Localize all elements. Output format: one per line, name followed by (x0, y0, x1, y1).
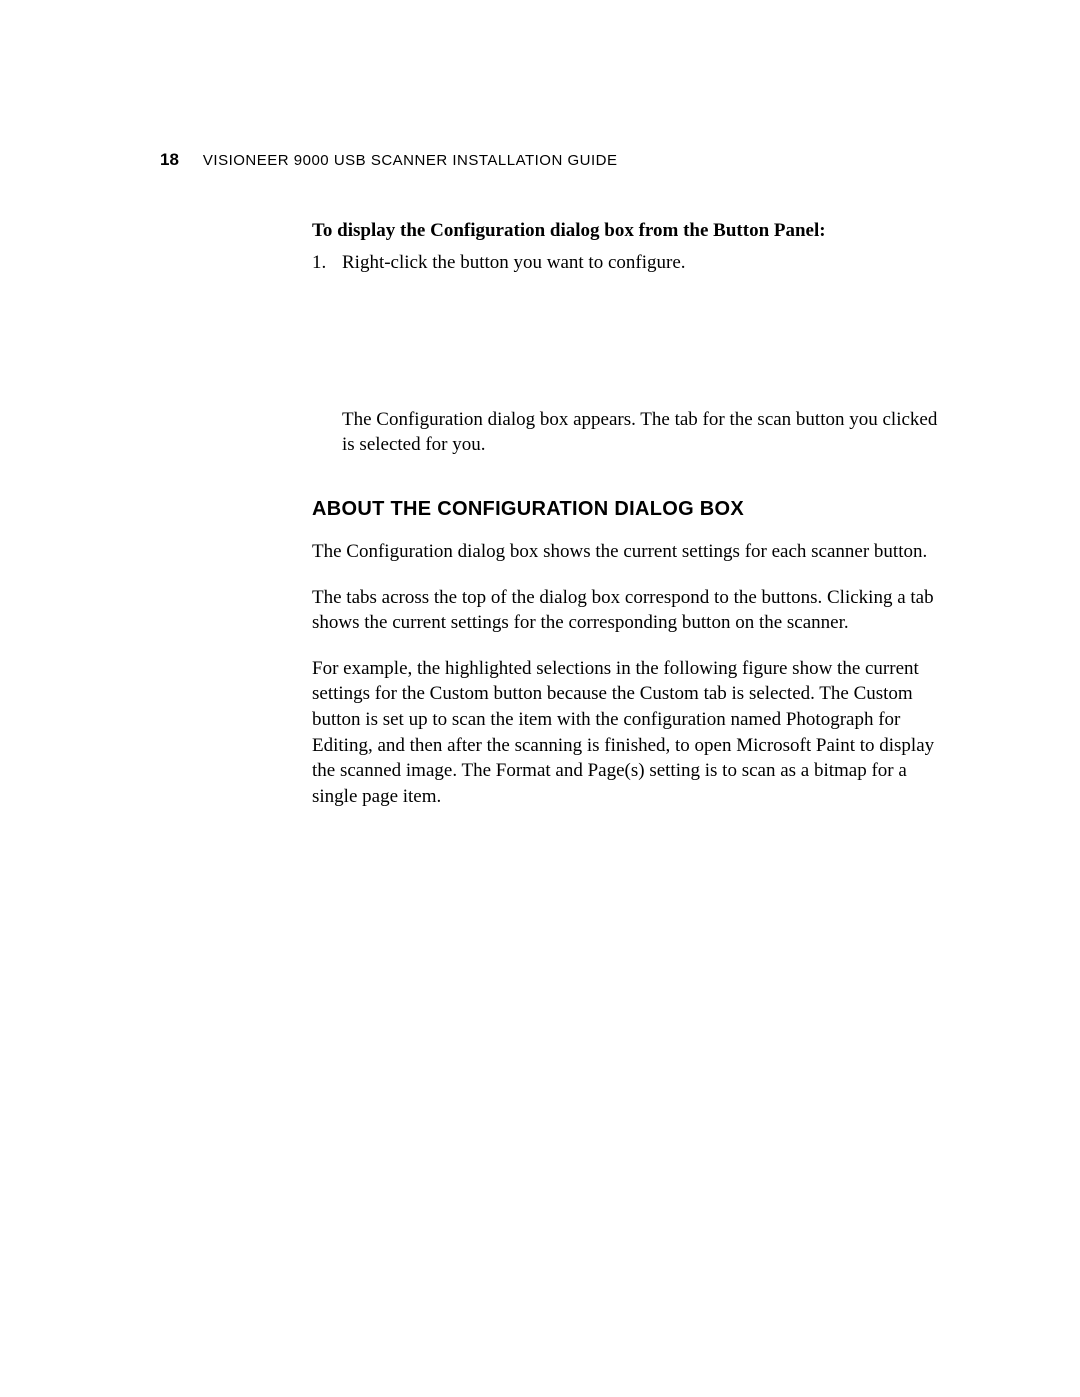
page-number: 18 (160, 150, 179, 170)
page-content: To display the Configuration dialog box … (312, 220, 950, 810)
step-text: Right-click the button you want to confi… (342, 250, 950, 277)
header-title: VISIONEER 9000 USB SCANNER INSTALLATION … (203, 152, 618, 169)
page-header: 18 VISIONEER 9000 USB SCANNER INSTALLATI… (160, 150, 950, 170)
step-number: 1. (312, 250, 342, 277)
ordered-step: 1. Right-click the button you want to co… (312, 250, 950, 277)
body-paragraph: For example, the highlighted selections … (312, 656, 950, 810)
result-paragraph: The Configuration dialog box appears. Th… (342, 407, 950, 458)
document-page: 18 VISIONEER 9000 USB SCANNER INSTALLATI… (0, 0, 1080, 810)
section-heading: ABOUT THE CONFIGURATION DIALOG BOX (312, 498, 950, 521)
body-paragraph: The tabs across the top of the dialog bo… (312, 585, 950, 636)
intro-heading: To display the Configuration dialog box … (312, 220, 950, 242)
body-paragraph: The Configuration dialog box shows the c… (312, 539, 950, 565)
